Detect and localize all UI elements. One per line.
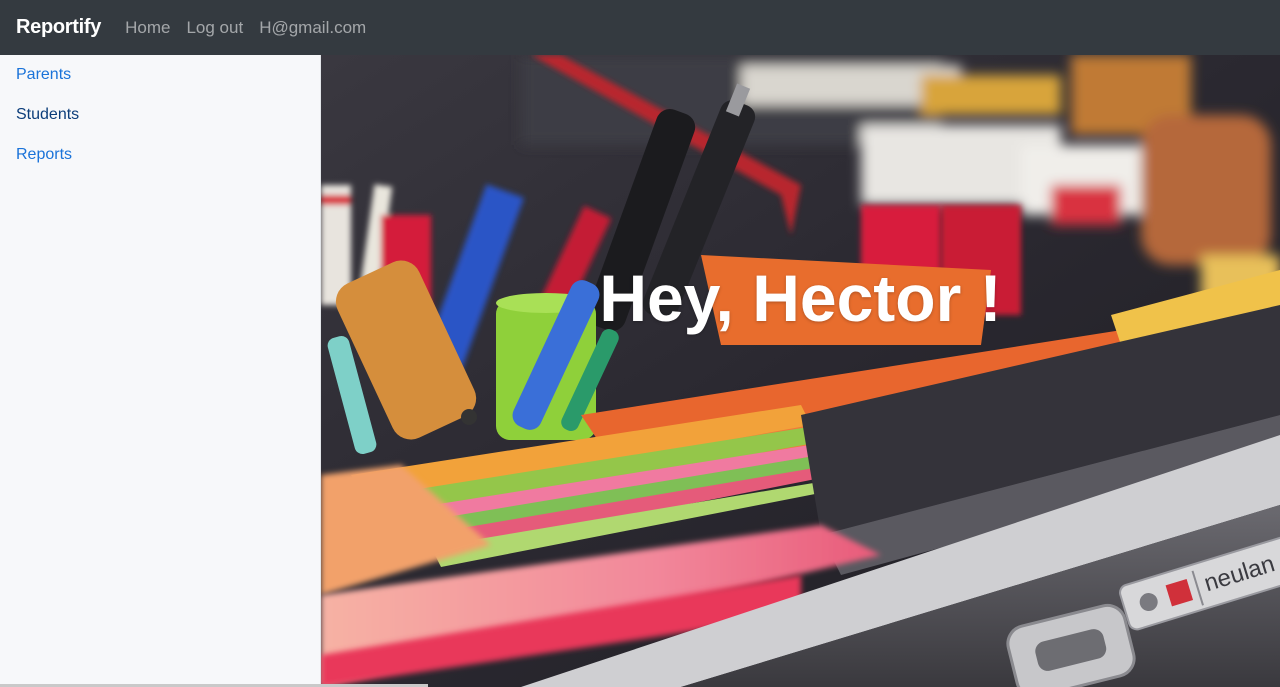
sidebar: Parents Students Reports: [0, 55, 321, 687]
nav-home-link[interactable]: Home: [125, 18, 170, 38]
top-navbar: Reportify Home Log out H@gmail.com: [0, 0, 1280, 55]
nav-user-email[interactable]: H@gmail.com: [259, 18, 366, 38]
sidebar-item-students[interactable]: Students: [0, 95, 320, 135]
stationery-background-image: neulan: [321, 55, 1280, 687]
sidebar-item-parents[interactable]: Parents: [0, 55, 320, 95]
hero-greeting: Hey, Hector !: [599, 261, 1002, 335]
sidebar-item-reports[interactable]: Reports: [0, 135, 320, 175]
brand-logo[interactable]: Reportify: [16, 16, 101, 39]
hero-banner: neulan Hey, Hector !: [321, 55, 1280, 687]
nav-logout-link[interactable]: Log out: [186, 18, 243, 38]
